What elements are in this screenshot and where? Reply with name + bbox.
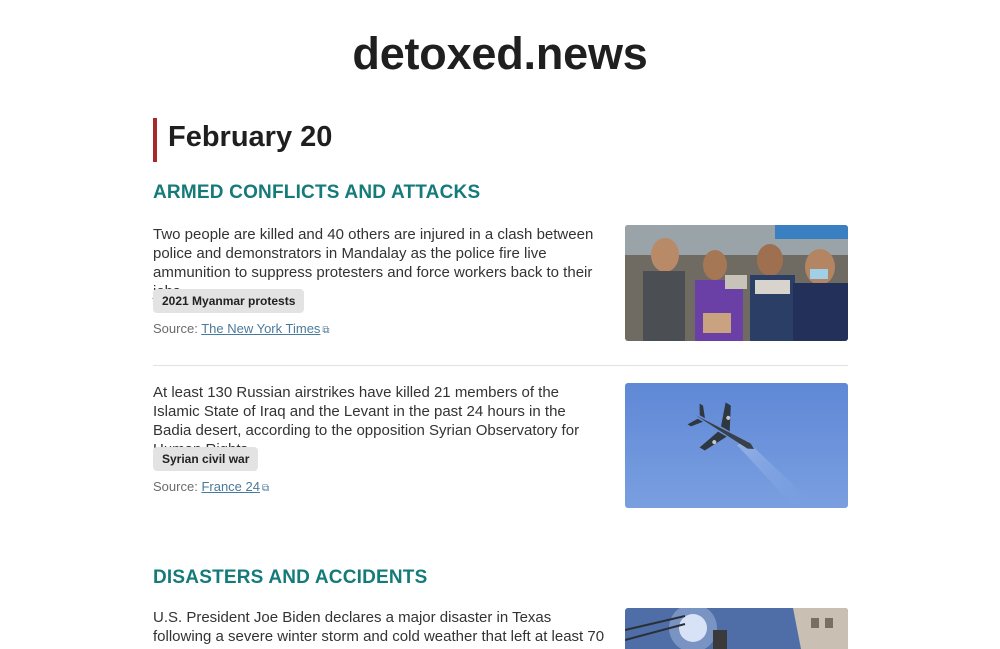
source-prefix: Source: [153, 321, 198, 336]
topic-tag[interactable]: Syrian civil war [153, 447, 259, 471]
protest-crowd-photo[interactable] [625, 225, 848, 341]
topic-tag[interactable]: 2021 Myanmar protests [153, 289, 305, 313]
story-item: Two people are killed and 40 others are … [153, 225, 848, 345]
fighter-jet-photo[interactable] [625, 383, 848, 508]
story-source: Source: France 24 ⧉ [153, 479, 269, 494]
fighter-jet-image [625, 383, 848, 508]
winter-storm-photo[interactable] [625, 608, 848, 649]
external-link-icon: ⧉ [322, 325, 330, 336]
external-link-icon: ⧉ [261, 483, 270, 494]
source-link[interactable]: The New York Times [201, 321, 320, 336]
protest-crowd-image [625, 225, 848, 341]
source-link[interactable]: France 24 [201, 479, 260, 494]
story-item: At least 130 Russian airstrikes have kil… [153, 383, 848, 509]
site-title[interactable]: detoxed.news [0, 28, 1000, 80]
story-source: Source: The New York Times ⧉ [153, 321, 330, 336]
section-title-armed-conflicts: ARMED CONFLICTS AND ATTACKS [153, 182, 481, 203]
story-text: U.S. President Joe Biden declares a majo… [153, 609, 605, 649]
day-heading: February 20 [153, 118, 332, 162]
section-title-disasters: DISASTERS AND ACCIDENTS [153, 567, 428, 588]
story-divider [153, 365, 848, 366]
winter-storm-image [625, 608, 848, 649]
source-prefix: Source: [153, 479, 198, 494]
story-item: U.S. President Joe Biden declares a majo… [153, 608, 848, 649]
